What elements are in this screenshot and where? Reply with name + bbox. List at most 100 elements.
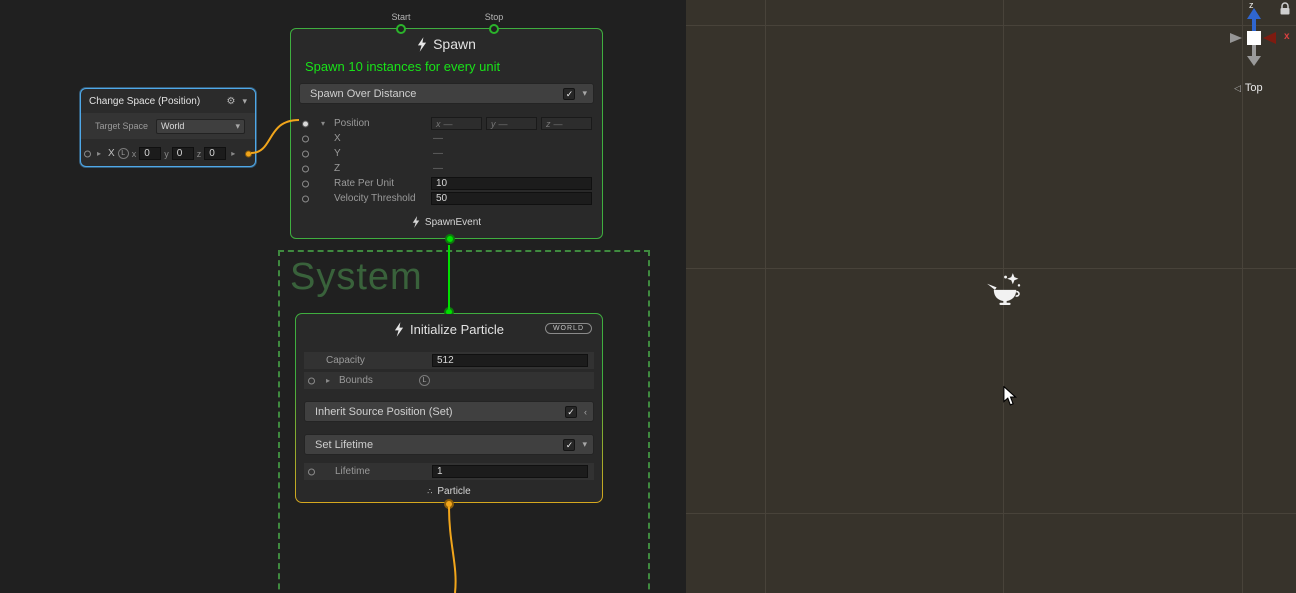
lightning-icon [412, 216, 420, 228]
row-label: Y [334, 148, 341, 159]
spawn-context-note: Spawn 10 instances for every unit [291, 59, 602, 79]
gizmo-x-label: x [1284, 31, 1290, 42]
block-enabled-checkbox[interactable]: ✓ [563, 439, 575, 451]
z-prefix: z [197, 149, 202, 159]
block-label: Set Lifetime [315, 439, 373, 451]
chevron-left-icon[interactable]: ‹ [584, 407, 587, 417]
row-bounds: ▸ Bounds L [304, 372, 594, 389]
position-z-field[interactable]: z— [541, 117, 592, 130]
change-space-header[interactable]: Change Space (Position) ⚙ ▾ [81, 89, 255, 113]
y-dash-value: — [433, 148, 443, 159]
y-input-port[interactable] [302, 150, 309, 157]
target-space-label: Target Space [95, 121, 148, 131]
spawn-stop-port-label: Stop [472, 12, 516, 22]
gizmo-z-axis-shaft [1252, 18, 1256, 31]
lifetime-input-port[interactable] [308, 468, 315, 475]
spawn-start-flow-port[interactable] [396, 24, 406, 34]
grid-line [686, 268, 1296, 269]
position-y-field[interactable]: y— [486, 117, 537, 130]
spawn-context-node[interactable]: Start Stop Spawn Spawn 10 instances for … [290, 28, 603, 239]
lifetime-field[interactable] [432, 465, 588, 478]
world-space-badge[interactable]: WORLD [545, 323, 592, 334]
particle-icon: ∴ [427, 487, 432, 496]
spawn-stop-flow-port[interactable] [489, 24, 499, 34]
target-space-value: World [161, 121, 184, 131]
z-value-field[interactable] [204, 147, 226, 160]
x-prefix: x [436, 119, 441, 129]
row-position: ▾ Position x— y— z— [291, 116, 602, 131]
capacity-field[interactable] [432, 354, 588, 367]
change-space-title: Change Space (Position) [89, 96, 200, 107]
y-prefix: y [164, 149, 169, 159]
z-input-port[interactable] [302, 165, 309, 172]
x-vector-row: ▸ X L x y z ▸ [81, 139, 255, 168]
particle-output: ∴ Particle [296, 486, 602, 497]
block-label: Spawn Over Distance [310, 88, 416, 100]
gizmo-down-axis-arrow[interactable] [1247, 56, 1261, 66]
local-space-badge[interactable]: L [419, 375, 430, 386]
row-label: Lifetime [335, 466, 370, 477]
chevron-down-icon[interactable]: ▾ [582, 88, 587, 99]
grid-line [686, 513, 1296, 514]
block-enabled-checkbox[interactable]: ✓ [563, 88, 575, 100]
vfx-lamp-icon[interactable] [986, 272, 1024, 310]
target-space-dropdown[interactable]: World ▾ [156, 119, 245, 134]
x-input-port[interactable] [84, 150, 91, 157]
lock-icon[interactable] [1279, 2, 1291, 16]
bounds-input-port[interactable] [308, 377, 315, 384]
chevron-down-icon[interactable]: ▾ [582, 439, 587, 450]
row-z: Z — [291, 161, 602, 176]
z-dash-value: — [433, 163, 443, 174]
row-capacity: Capacity [304, 352, 594, 369]
block-set-lifetime[interactable]: Set Lifetime ✓ ▾ [304, 434, 594, 455]
vfx-graph-canvas[interactable]: System Start Stop Spawn Spawn 10 instanc… [0, 0, 686, 593]
initialize-particle-node[interactable]: Initialize Particle WORLD Capacity ▸ Bou… [295, 313, 603, 503]
initialize-output-flow-port[interactable] [444, 499, 454, 509]
velocity-threshold-field[interactable] [431, 192, 592, 205]
row-label: Velocity Threshold [334, 193, 416, 204]
row-label: Position [334, 118, 370, 129]
expand-right-icon: ▸ [231, 149, 235, 158]
view-orientation-label[interactable]: ◁ Top [1234, 82, 1263, 94]
z-value: — [554, 119, 563, 129]
expand-down-icon[interactable]: ▾ [321, 119, 330, 128]
position-x-field[interactable]: x— [431, 117, 482, 130]
gizmo-left-axis-cone[interactable] [1230, 33, 1242, 43]
row-label: Bounds [339, 375, 373, 386]
y-value-field[interactable] [172, 147, 194, 160]
position-output-port[interactable] [245, 150, 252, 157]
x-value-field[interactable] [139, 147, 161, 160]
gear-icon[interactable]: ⚙ [227, 96, 236, 107]
expand-right-icon[interactable]: ▸ [97, 149, 101, 158]
velocity-threshold-input-port[interactable] [302, 195, 309, 202]
block-spawn-over-distance[interactable]: Spawn Over Distance ✓ ▾ [299, 83, 594, 104]
block-inherit-source-position[interactable]: Inherit Source Position (Set) ✓ ‹ [304, 401, 594, 422]
expand-right-icon[interactable]: ▸ [326, 376, 335, 385]
position-input-port[interactable] [302, 120, 309, 127]
gizmo-center-cube[interactable] [1247, 31, 1261, 45]
row-label: Z [334, 163, 340, 174]
row-label: Capacity [326, 355, 365, 366]
gizmo-x-axis-cone[interactable] [1263, 32, 1276, 44]
particle-output-label: Particle [437, 486, 470, 497]
block-enabled-checkbox[interactable]: ✓ [565, 406, 577, 418]
row-label: X [334, 133, 341, 144]
vfx-graph-window: System Start Stop Spawn Spawn 10 instanc… [0, 0, 1296, 593]
chevron-down-icon[interactable]: ▾ [242, 96, 247, 107]
scene-view[interactable]: z x ◁ Top [686, 0, 1296, 593]
spawn-event-label: SpawnEvent [425, 217, 481, 228]
x-input-port[interactable] [302, 135, 309, 142]
spawn-start-port-label: Start [379, 12, 423, 22]
change-space-node[interactable]: Change Space (Position) ⚙ ▾ Target Space… [80, 88, 256, 167]
lightning-icon [417, 37, 427, 52]
y-prefix: y [491, 119, 496, 129]
local-space-badge[interactable]: L [118, 148, 129, 159]
row-label: Rate Per Unit [334, 178, 394, 189]
initialize-node-title: Initialize Particle [410, 322, 504, 337]
spawn-event-flow-port[interactable] [445, 234, 455, 244]
z-prefix: z [546, 119, 551, 129]
rate-per-unit-field[interactable] [431, 177, 592, 190]
row-y: Y — [291, 146, 602, 161]
rate-per-unit-input-port[interactable] [302, 180, 309, 187]
spawn-node-header[interactable]: Spawn [291, 29, 602, 59]
